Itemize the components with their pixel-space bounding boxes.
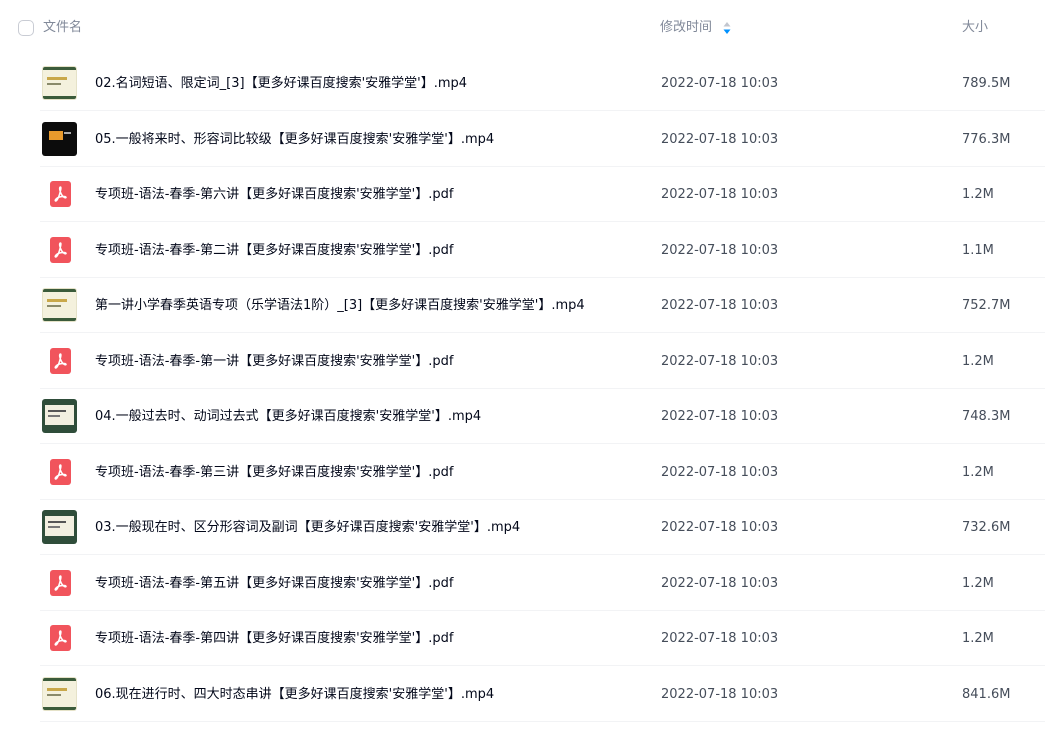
file-row[interactable]: 05.一般将来时、形容词比较级【更多好课百度搜索'安雅学堂'】.mp4 2022-… xyxy=(40,112,1045,167)
file-name[interactable]: 05.一般将来时、形容词比较级【更多好课百度搜索'安雅学堂'】.mp4 xyxy=(95,112,494,167)
file-modified-time: 2022-07-18 10:03 xyxy=(661,409,779,424)
file-name[interactable]: 03.一般现在时、区分形容词及副词【更多好课百度搜索'安雅学堂'】.mp4 xyxy=(95,500,520,555)
file-name[interactable]: 02.名词短语、限定词_[3]【更多好课百度搜索'安雅学堂'】.mp4 xyxy=(95,56,467,111)
file-row[interactable]: 专项班-语法-春季-第五讲【更多好课百度搜索'安雅学堂'】.pdf 2022-07… xyxy=(40,556,1045,611)
video-thumbnail xyxy=(42,510,77,544)
file-name[interactable]: 06.现在进行时、四大时态串讲【更多好课百度搜索'安雅学堂'】.mp4 xyxy=(95,667,494,722)
video-thumbnail xyxy=(42,399,77,433)
file-row[interactable]: 专项班-语法-春季-第一讲【更多好课百度搜索'安雅学堂'】.pdf 2022-07… xyxy=(40,334,1045,389)
file-row[interactable]: 02.名词短语、限定词_[3]【更多好课百度搜索'安雅学堂'】.mp4 2022-… xyxy=(40,56,1045,111)
file-size: 748.3M xyxy=(962,409,1011,424)
video-thumbnail xyxy=(42,66,77,100)
file-row[interactable]: 03.一般现在时、区分形容词及副词【更多好课百度搜索'安雅学堂'】.mp4 202… xyxy=(40,500,1045,555)
file-size: 732.6M xyxy=(962,520,1011,535)
file-modified-time: 2022-07-18 10:03 xyxy=(661,353,779,369)
file-row[interactable]: 04.一般过去时、动词过去式【更多好课百度搜索'安雅学堂'】.mp4 2022-0… xyxy=(40,389,1045,444)
file-name[interactable]: 专项班-语法-春季-第四讲【更多好课百度搜索'安雅学堂'】.pdf xyxy=(95,611,453,666)
pdf-file-icon xyxy=(50,625,71,651)
column-header-size[interactable]: 大小 xyxy=(962,19,988,37)
file-name[interactable]: 专项班-语法-春季-第六讲【更多好课百度搜索'安雅学堂'】.pdf xyxy=(95,167,453,222)
column-header-name[interactable]: 文件名 xyxy=(43,19,82,37)
file-modified-time: 2022-07-18 10:03 xyxy=(661,131,779,147)
video-thumbnail xyxy=(42,676,77,711)
file-size: 1.1M xyxy=(962,242,994,258)
file-size: 789.5M xyxy=(962,76,1011,91)
file-size: 1.2M xyxy=(962,631,994,646)
sort-desc-icon[interactable] xyxy=(722,20,732,36)
pdf-file-icon xyxy=(50,181,71,207)
file-size: 752.7M xyxy=(962,298,1011,313)
file-name[interactable]: 第一讲小学春季英语专项（乐学语法1阶）_[3]【更多好课百度搜索'安雅学堂'】.… xyxy=(95,278,585,333)
column-header-modified-time[interactable]: 修改时间 xyxy=(660,19,712,37)
video-thumbnail xyxy=(42,121,77,156)
video-thumbnail xyxy=(42,288,77,322)
file-list-header: 文件名 修改时间 大小 xyxy=(0,0,1045,56)
pdf-file-icon xyxy=(50,236,71,263)
file-modified-time: 2022-07-18 10:03 xyxy=(661,298,779,313)
file-row[interactable]: 06.现在进行时、四大时态串讲【更多好课百度搜索'安雅学堂'】.mp4 2022-… xyxy=(40,667,1045,722)
file-size: 1.2M xyxy=(962,353,994,369)
file-row[interactable]: 第一讲小学春季英语专项（乐学语法1阶）_[3]【更多好课百度搜索'安雅学堂'】.… xyxy=(40,278,1045,333)
file-modified-time: 2022-07-18 10:03 xyxy=(661,242,779,258)
file-modified-time: 2022-07-18 10:03 xyxy=(661,520,779,535)
file-name[interactable]: 专项班-语法-春季-第三讲【更多好课百度搜索'安雅学堂'】.pdf xyxy=(95,445,453,500)
file-modified-time: 2022-07-18 10:03 xyxy=(661,575,779,591)
pdf-file-icon xyxy=(50,347,71,374)
file-row[interactable]: 专项班-语法-春季-第二讲【更多好课百度搜索'安雅学堂'】.pdf 2022-07… xyxy=(40,223,1045,278)
file-name[interactable]: 专项班-语法-春季-第二讲【更多好课百度搜索'安雅学堂'】.pdf xyxy=(95,223,453,278)
file-row[interactable]: 专项班-语法-春季-第四讲【更多好课百度搜索'安雅学堂'】.pdf 2022-07… xyxy=(40,611,1045,666)
file-size: 776.3M xyxy=(962,131,1011,147)
file-size: 1.2M xyxy=(962,187,994,202)
file-name[interactable]: 专项班-语法-春季-第五讲【更多好课百度搜索'安雅学堂'】.pdf xyxy=(95,556,453,611)
file-modified-time: 2022-07-18 10:03 xyxy=(661,76,779,91)
file-modified-time: 2022-07-18 10:03 xyxy=(661,686,779,702)
file-name[interactable]: 专项班-语法-春季-第一讲【更多好课百度搜索'安雅学堂'】.pdf xyxy=(95,334,453,389)
select-all-checkbox[interactable] xyxy=(18,20,34,36)
file-size: 1.2M xyxy=(962,575,994,591)
file-name[interactable]: 04.一般过去时、动词过去式【更多好课百度搜索'安雅学堂'】.mp4 xyxy=(95,389,481,444)
file-modified-time: 2022-07-18 10:03 xyxy=(661,464,779,480)
file-modified-time: 2022-07-18 10:03 xyxy=(661,187,779,202)
pdf-file-icon xyxy=(50,458,71,485)
file-row[interactable]: 专项班-语法-春季-第三讲【更多好课百度搜索'安雅学堂'】.pdf 2022-07… xyxy=(40,445,1045,500)
file-modified-time: 2022-07-18 10:03 xyxy=(661,631,779,646)
file-row[interactable]: 专项班-语法-春季-第六讲【更多好课百度搜索'安雅学堂'】.pdf 2022-07… xyxy=(40,167,1045,222)
pdf-file-icon xyxy=(50,569,71,596)
file-size: 1.2M xyxy=(962,464,994,480)
file-size: 841.6M xyxy=(962,686,1011,702)
